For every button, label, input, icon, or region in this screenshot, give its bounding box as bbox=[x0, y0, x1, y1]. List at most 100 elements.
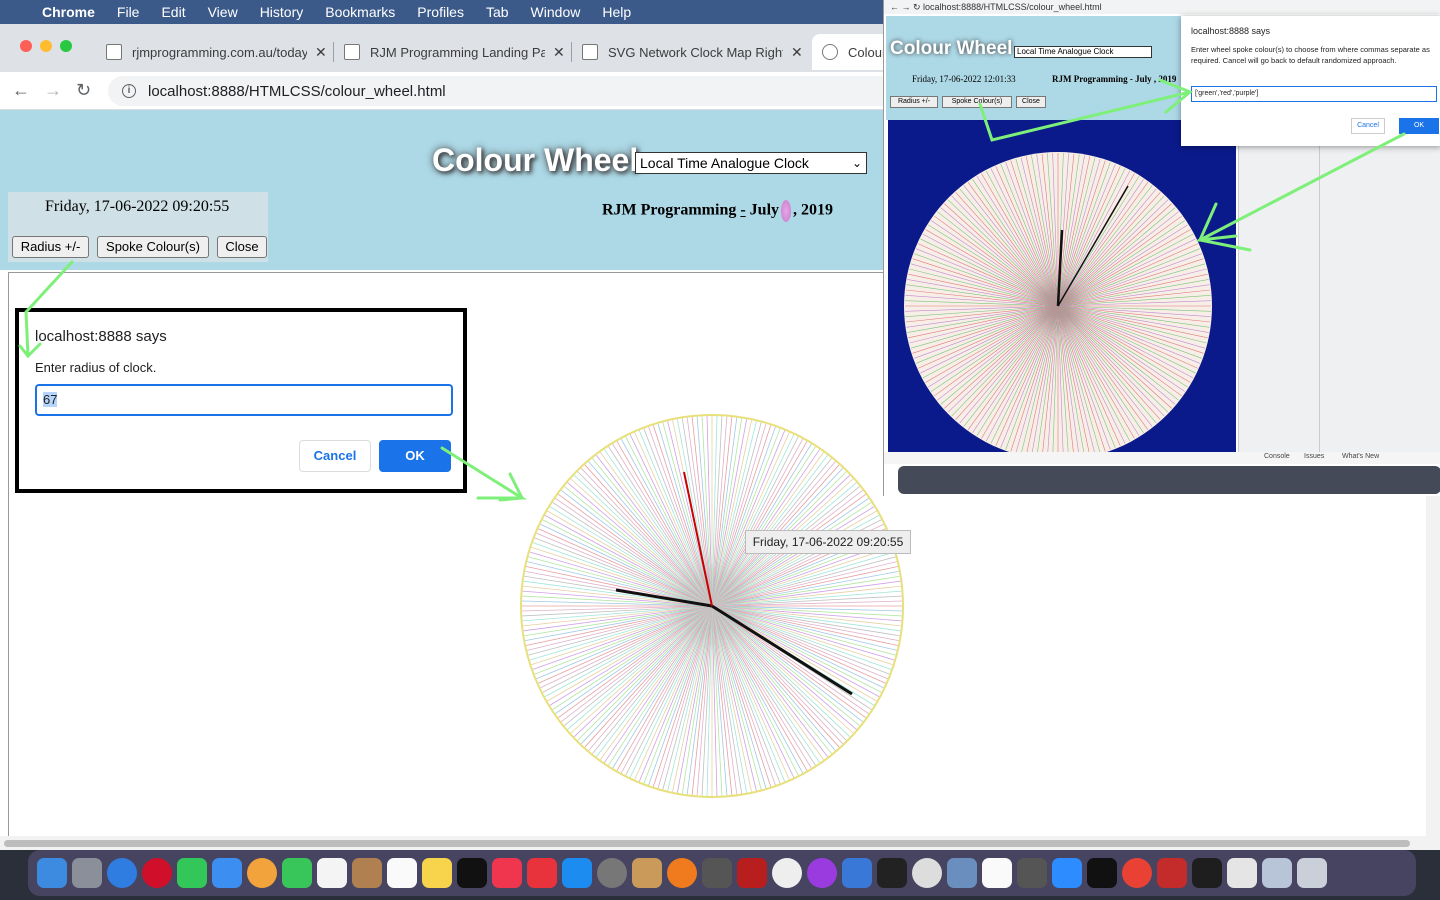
inset-url: localhost:8888/HTMLCSS/colour_wheel.html bbox=[923, 2, 1102, 12]
zoom-window-icon[interactable] bbox=[60, 40, 72, 52]
cursor-highlight-dot bbox=[781, 200, 792, 222]
favicon-icon bbox=[582, 44, 598, 60]
rjm-text-b: July bbox=[749, 201, 780, 219]
downloads-icon[interactable] bbox=[1261, 858, 1292, 888]
menu-help[interactable]: Help bbox=[602, 4, 631, 20]
dialog-ok-button[interactable]: OK bbox=[379, 440, 451, 472]
menu-file[interactable]: File bbox=[117, 4, 140, 20]
mac-dock bbox=[28, 850, 1416, 896]
radius-input-value: 67 bbox=[43, 392, 58, 407]
horizontal-scrollbar[interactable] bbox=[0, 836, 1426, 850]
system-preferences-icon[interactable] bbox=[596, 858, 627, 888]
menu-bookmarks[interactable]: Bookmarks bbox=[325, 4, 395, 20]
inset-nav-icons: ← → ↻ bbox=[890, 2, 924, 12]
bbedit-icon[interactable] bbox=[771, 858, 802, 888]
forward-icon[interactable]: → bbox=[44, 80, 62, 101]
datetime-tooltip: Friday, 17-06-2022 09:20:55 bbox=[745, 530, 911, 554]
inset-dialog-message: Enter wheel spoke colour(s) to choose fr… bbox=[1191, 45, 1430, 65]
close-tab-icon[interactable]: ✕ bbox=[791, 44, 803, 61]
minimize-window-icon[interactable] bbox=[40, 40, 52, 52]
tab-label: SVG Network Clock Map Right bbox=[608, 44, 783, 60]
inset-datetime: Friday, 17-06-2022 12:01:33 bbox=[912, 74, 1016, 84]
pgadmin-icon[interactable] bbox=[911, 858, 942, 888]
paint-icon[interactable] bbox=[631, 858, 662, 888]
menu-profiles[interactable]: Profiles bbox=[417, 4, 464, 20]
tab-rjmprogramming-today[interactable]: rjmprogramming.com.au/today ✕ bbox=[96, 34, 332, 70]
textedit-icon[interactable] bbox=[981, 858, 1012, 888]
documents-icon[interactable] bbox=[1226, 858, 1257, 888]
dialog-cancel-button[interactable]: Cancel bbox=[299, 440, 371, 472]
colour-wheel-clock[interactable] bbox=[510, 410, 914, 806]
photo-booth-icon[interactable] bbox=[1156, 858, 1187, 888]
app-store-icon[interactable] bbox=[561, 858, 592, 888]
messages-icon[interactable] bbox=[176, 858, 207, 888]
news-icon[interactable] bbox=[526, 858, 557, 888]
console-icon[interactable] bbox=[1191, 858, 1222, 888]
calculator-icon[interactable] bbox=[701, 858, 732, 888]
chevron-down-icon: ⌄ bbox=[851, 156, 862, 170]
rjm-link[interactable]: RJM Programming - July , 2019 bbox=[602, 200, 833, 222]
close-window-icon[interactable] bbox=[20, 40, 32, 52]
contacts-icon[interactable] bbox=[351, 858, 382, 888]
site-info-icon[interactable]: i bbox=[122, 84, 136, 98]
podcasts-icon[interactable] bbox=[806, 858, 837, 888]
clock-type-selected: Local Time Analogue Clock bbox=[640, 155, 809, 171]
photos-icon[interactable] bbox=[246, 858, 277, 888]
inset-console-tab: Console bbox=[1264, 453, 1290, 460]
menu-view[interactable]: View bbox=[208, 4, 238, 20]
firefox-icon[interactable] bbox=[666, 858, 697, 888]
gimp-icon[interactable] bbox=[1016, 858, 1047, 888]
close-button[interactable]: Close bbox=[217, 236, 267, 258]
menu-tab[interactable]: Tab bbox=[486, 4, 509, 20]
preview-icon[interactable] bbox=[946, 858, 977, 888]
tab-colour-wheel[interactable]: Colour bbox=[812, 34, 892, 70]
trash-icon[interactable] bbox=[1296, 858, 1327, 888]
facetime-icon[interactable] bbox=[281, 858, 312, 888]
menu-window[interactable]: Window bbox=[531, 4, 581, 20]
menu-edit[interactable]: Edit bbox=[161, 4, 185, 20]
radius-button[interactable]: Radius +/- bbox=[12, 236, 89, 258]
inset-whatsnew-tab: What's New bbox=[1342, 453, 1380, 460]
close-tab-icon[interactable]: ✕ bbox=[315, 44, 327, 61]
reload-icon[interactable]: ↻ bbox=[76, 80, 91, 101]
tab-label: Colour bbox=[848, 44, 887, 60]
zoom-icon[interactable] bbox=[1051, 858, 1082, 888]
notes-icon[interactable] bbox=[421, 858, 452, 888]
inset-dock bbox=[898, 466, 1440, 494]
clock-type-select[interactable]: Local Time Analogue Clock ⌄ bbox=[635, 152, 867, 174]
inset-dialog-input: ['green','red','purple'] bbox=[1191, 86, 1437, 102]
inset-close-button: Close bbox=[1016, 96, 1046, 108]
scrollbar-thumb[interactable] bbox=[4, 840, 1410, 847]
back-icon[interactable]: ← bbox=[12, 80, 30, 101]
filezilla-icon[interactable] bbox=[736, 858, 767, 888]
inset-dialog-ok: OK bbox=[1399, 118, 1439, 134]
calendar-icon[interactable] bbox=[316, 858, 347, 888]
inset-devtools-divider bbox=[1319, 136, 1320, 456]
page-title: Colour Wheel bbox=[432, 142, 639, 178]
reminders-icon[interactable] bbox=[386, 858, 417, 888]
tab-svg-clock-map[interactable]: SVG Network Clock Map Right ✕ bbox=[572, 34, 810, 70]
radius-input[interactable]: 67 bbox=[35, 384, 453, 416]
opera-icon[interactable] bbox=[141, 858, 172, 888]
inset-title: Colour Wheel bbox=[890, 38, 1013, 59]
close-tab-icon[interactable]: ✕ bbox=[553, 44, 565, 61]
chrome-icon[interactable] bbox=[1121, 858, 1152, 888]
mail-icon[interactable] bbox=[211, 858, 242, 888]
apple-tv-icon[interactable] bbox=[456, 858, 487, 888]
menu-history[interactable]: History bbox=[260, 4, 304, 20]
tab-landing-page[interactable]: RJM Programming Landing Pag ✕ bbox=[334, 34, 570, 70]
inset-dialog-cancel: Cancel bbox=[1351, 118, 1385, 134]
safari-icon[interactable] bbox=[106, 858, 137, 888]
finder-icon[interactable] bbox=[36, 858, 67, 888]
xcode-icon[interactable] bbox=[841, 858, 872, 888]
intellij-icon[interactable] bbox=[1086, 858, 1117, 888]
music-icon[interactable] bbox=[491, 858, 522, 888]
terminal-icon[interactable] bbox=[876, 858, 907, 888]
spoke-colours-button[interactable]: Spoke Colour(s) bbox=[97, 236, 209, 258]
address-url: localhost:8888/HTMLCSS/colour_wheel.html bbox=[148, 82, 446, 100]
inset-issues-tab: Issues bbox=[1304, 453, 1325, 460]
launchpad-icon[interactable] bbox=[71, 858, 102, 888]
menu-app-name[interactable]: Chrome bbox=[42, 4, 95, 20]
inset-colour-wheel bbox=[904, 152, 1212, 460]
dialog-heading: localhost:8888 says bbox=[35, 328, 167, 345]
